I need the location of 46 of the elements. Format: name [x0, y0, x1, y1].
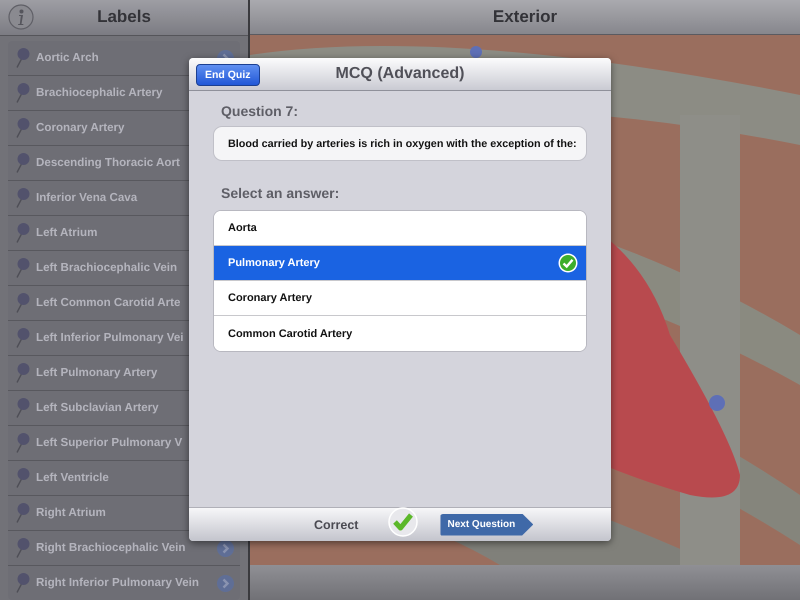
chevron-icon[interactable] [217, 540, 234, 557]
pin-icon [16, 188, 30, 208]
label-item[interactable]: Inferior Vena Cava [8, 180, 138, 215]
question-text: Blood carried by arteries is rich in oxygen with the exception of the: [213, 126, 587, 161]
result-text: Correct [314, 518, 358, 532]
pin-icon [16, 572, 30, 593]
pin-icon [16, 152, 30, 173]
pin-icon [16, 118, 30, 138]
label-item[interactable]: Left Superior Pulmonary V [8, 426, 182, 460]
pin-icon [16, 362, 30, 383]
pin-icon [16, 328, 30, 348]
pin-icon [16, 48, 30, 68]
label-item[interactable]: Left Inferior Pulmonary Vei [8, 320, 184, 355]
answer-option[interactable]: Pulmonary Artery [214, 246, 586, 281]
pin-icon [16, 502, 30, 523]
answer-prompt: Select an answer: [221, 185, 340, 201]
pin-icon [16, 432, 30, 453]
dialog-title: MCQ (Advanced) [336, 65, 464, 83]
pin-icon [16, 258, 30, 278]
question-number: Question 7: [221, 103, 298, 119]
answer-option[interactable]: Aorta [214, 211, 586, 246]
end-quiz-button[interactable]: End Quiz [196, 64, 260, 86]
pin-icon [16, 468, 30, 488]
label-item[interactable]: Left Common Carotid Arte [8, 286, 180, 320]
label-item[interactable]: Brachiocephalic Artery [8, 76, 163, 110]
pin-icon [16, 82, 30, 103]
info-icon[interactable] [8, 4, 34, 30]
label-item[interactable]: Coronary Artery [8, 110, 124, 145]
next-question-button[interactable]: Next Question [440, 514, 534, 536]
panel-title: Labels [97, 7, 151, 28]
pin-icon [16, 292, 30, 313]
panel-title: Exterior [492, 7, 558, 27]
label-item[interactable]: Right Atrium [8, 496, 106, 530]
label-item[interactable]: Left Ventricle [8, 460, 109, 495]
pin-icon [16, 222, 30, 243]
label-item[interactable]: Left Atrium [8, 216, 98, 250]
label-item[interactable]: Left Subclavian Artery [8, 390, 159, 425]
label-item[interactable]: Left Pulmonary Artery [8, 356, 158, 390]
label-item[interactable]: Left Brachiocephalic Vein [8, 250, 178, 285]
label-item[interactable]: Aortic Arch [8, 40, 99, 75]
pin-icon [16, 398, 30, 418]
label-item[interactable]: Right Brachiocephalic Vein [8, 530, 186, 565]
label-item[interactable]: Descending Thoracic Aort [8, 146, 180, 180]
check-icon [558, 253, 578, 273]
label-item[interactable]: Right Inferior Pulmonary Vein [8, 566, 199, 600]
pin-icon [16, 538, 30, 558]
